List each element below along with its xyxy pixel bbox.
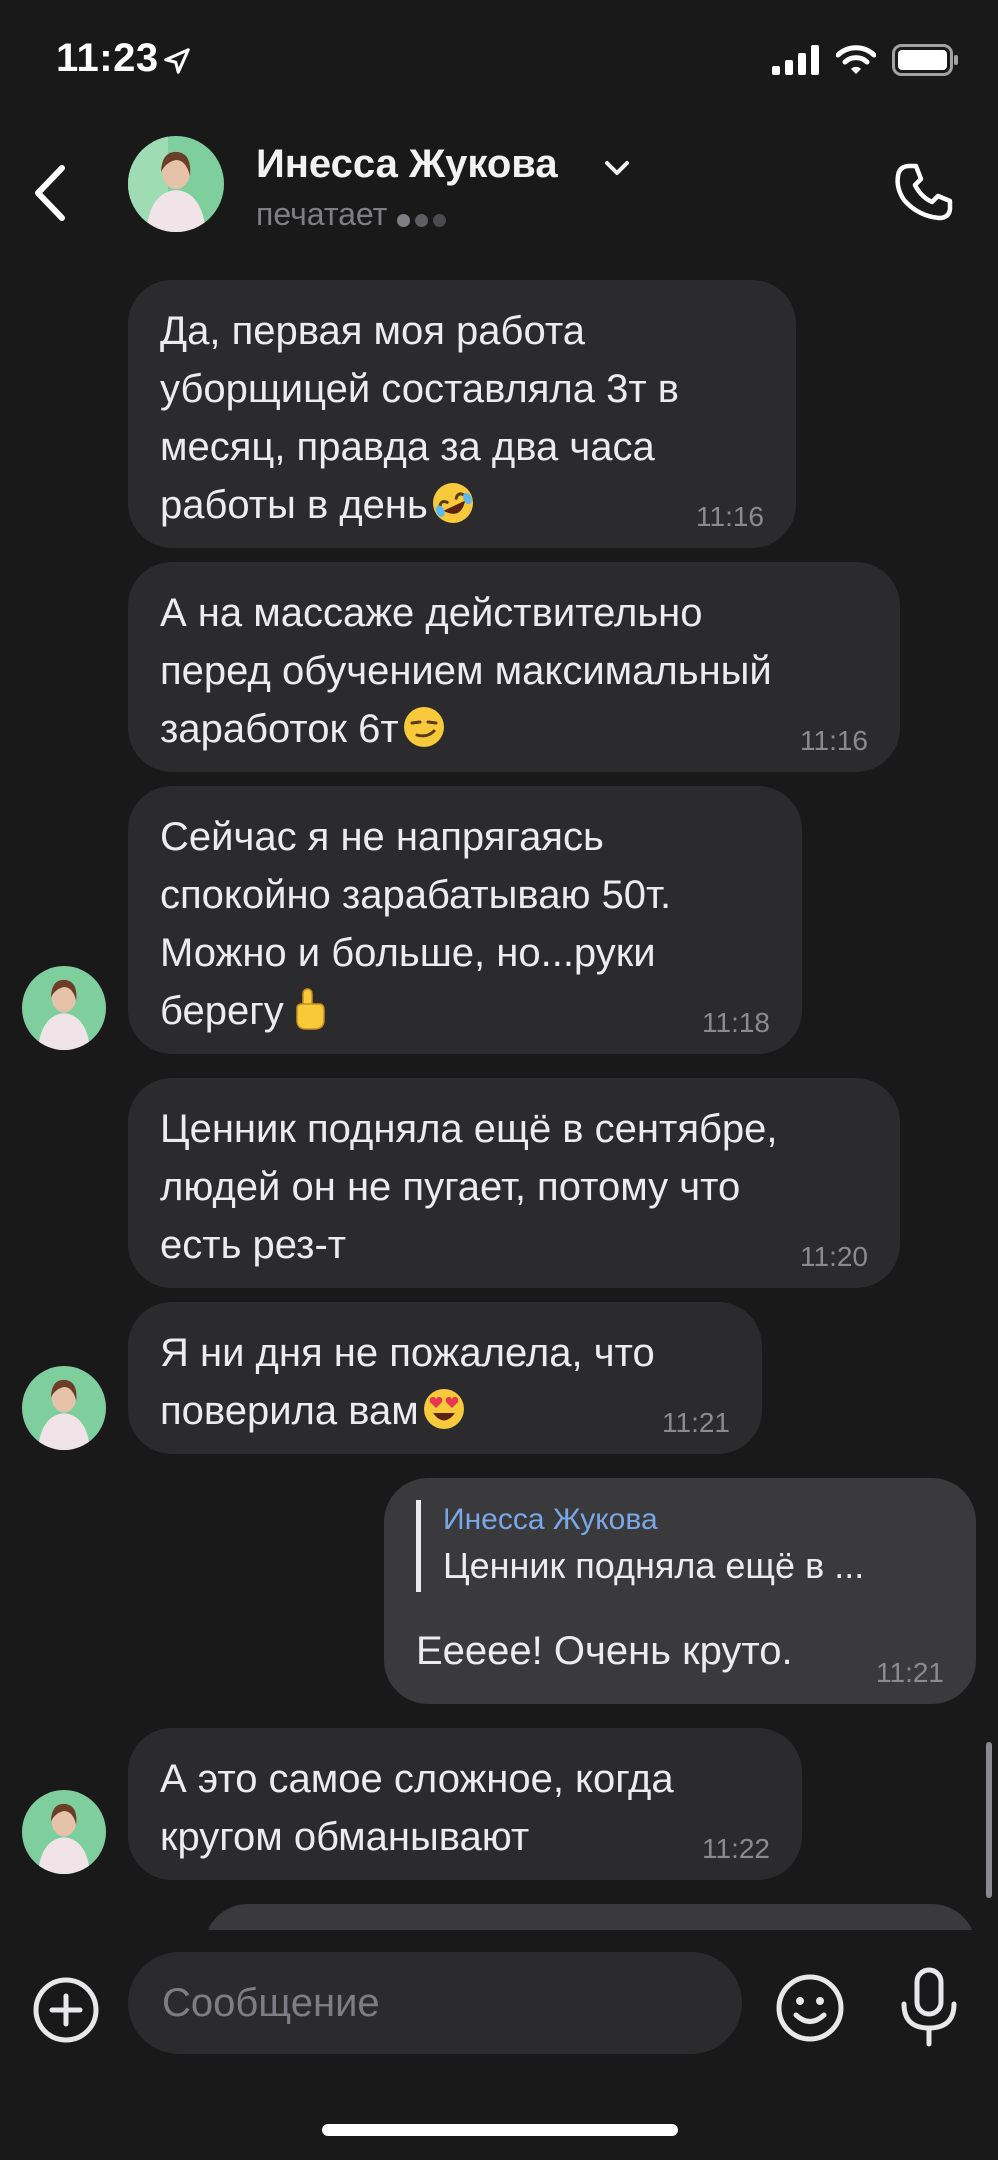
smirk-emoji — [403, 707, 444, 747]
message-text: Сейчас я не напрягаясь спокойно зарабаты… — [160, 815, 672, 1033]
rofl-emoji — [432, 483, 473, 523]
chat-header: Инесса Жукова печатает — [0, 120, 998, 270]
microphone-icon[interactable] — [896, 1966, 962, 2050]
cellular-signal-icon — [772, 45, 819, 75]
message-input[interactable]: Сообщение — [128, 1952, 742, 2054]
message-text: Eeeee! Очень круто. — [416, 1629, 793, 1673]
reply-text: Ценник подняла ещё в ... — [443, 1545, 865, 1586]
message-bubble[interactable]: Сейчас я не напрягаясь спокойно зарабаты… — [128, 786, 802, 1054]
status-time: 11:23 — [56, 36, 159, 80]
battery-icon — [892, 44, 958, 76]
sender-avatar[interactable] — [22, 1366, 106, 1450]
phone-icon[interactable] — [888, 156, 960, 228]
message-bubble[interactable]: А на массаже действительно перед обучени… — [128, 562, 900, 772]
message-text: Я ни дня не пожалела, что поверила вам — [160, 1331, 655, 1433]
message-bubble[interactable]: Ценник подняла ещё в сентябре, людей он … — [128, 1078, 900, 1288]
message-time: 11:16 — [800, 725, 868, 756]
message-time: 11:20 — [800, 1241, 868, 1272]
status-bar: 11:23 — [0, 0, 998, 120]
status-icons — [772, 44, 960, 76]
message-time: 11:16 — [696, 501, 764, 532]
chevron-down-icon[interactable] — [602, 156, 632, 180]
message-time: 11:18 — [702, 1007, 770, 1038]
scrollbar[interactable] — [986, 1742, 992, 1898]
sender-avatar[interactable] — [22, 966, 106, 1050]
wifi-icon — [836, 45, 876, 74]
contact-avatar[interactable] — [128, 136, 224, 232]
reply-quote[interactable]: Инесса Жукова Ценник подняла ещё в ... — [416, 1500, 864, 1592]
message-text: Да, первая моя работа уборщицей составля… — [160, 302, 764, 534]
typing-dots-icon — [397, 198, 451, 235]
message-text: А это самое сложное, когда кругом обманы… — [160, 1757, 674, 1859]
message-text: А на массаже действительно перед обучени… — [160, 591, 772, 751]
contact-name[interactable]: Инесса Жукова — [256, 142, 558, 187]
message-list[interactable]: Да, первая моя работа уборщицей составля… — [0, 270, 998, 1930]
message-bubble[interactable]: Да, первая моя работа уборщицей составля… — [128, 280, 796, 548]
message-time: 11:21 — [876, 1657, 944, 1688]
home-indicator[interactable] — [322, 2124, 678, 2136]
message-time: 11:21 — [662, 1407, 730, 1438]
typing-status-text: печатает — [256, 196, 388, 232]
sender-avatar[interactable] — [22, 1790, 106, 1874]
message-text: Ценник подняла ещё в сентябре, людей он … — [160, 1107, 778, 1267]
heart-eyes-emoji — [423, 1389, 464, 1429]
message-bubble[interactable]: Я ни дня не пожалела, что поверила вам 1… — [128, 1302, 762, 1454]
index-up-emoji — [296, 988, 325, 1030]
add-attachment-icon[interactable] — [30, 1974, 102, 2046]
message-bubble[interactable]: А это самое сложное, когда кругом обманы… — [128, 1728, 802, 1880]
outgoing-message-bubble[interactable] — [204, 1904, 976, 1930]
location-arrow-icon — [164, 48, 190, 74]
typing-status: печатает — [256, 196, 451, 235]
message-time: 11:22 — [702, 1833, 770, 1864]
outgoing-message-bubble[interactable]: Инесса Жукова Ценник подняла ещё в ... E… — [384, 1478, 976, 1704]
reply-author: Инесса Жукова — [443, 1503, 658, 1536]
emoji-picker-icon[interactable] — [772, 1970, 848, 2046]
back-arrow-icon[interactable] — [26, 158, 76, 228]
